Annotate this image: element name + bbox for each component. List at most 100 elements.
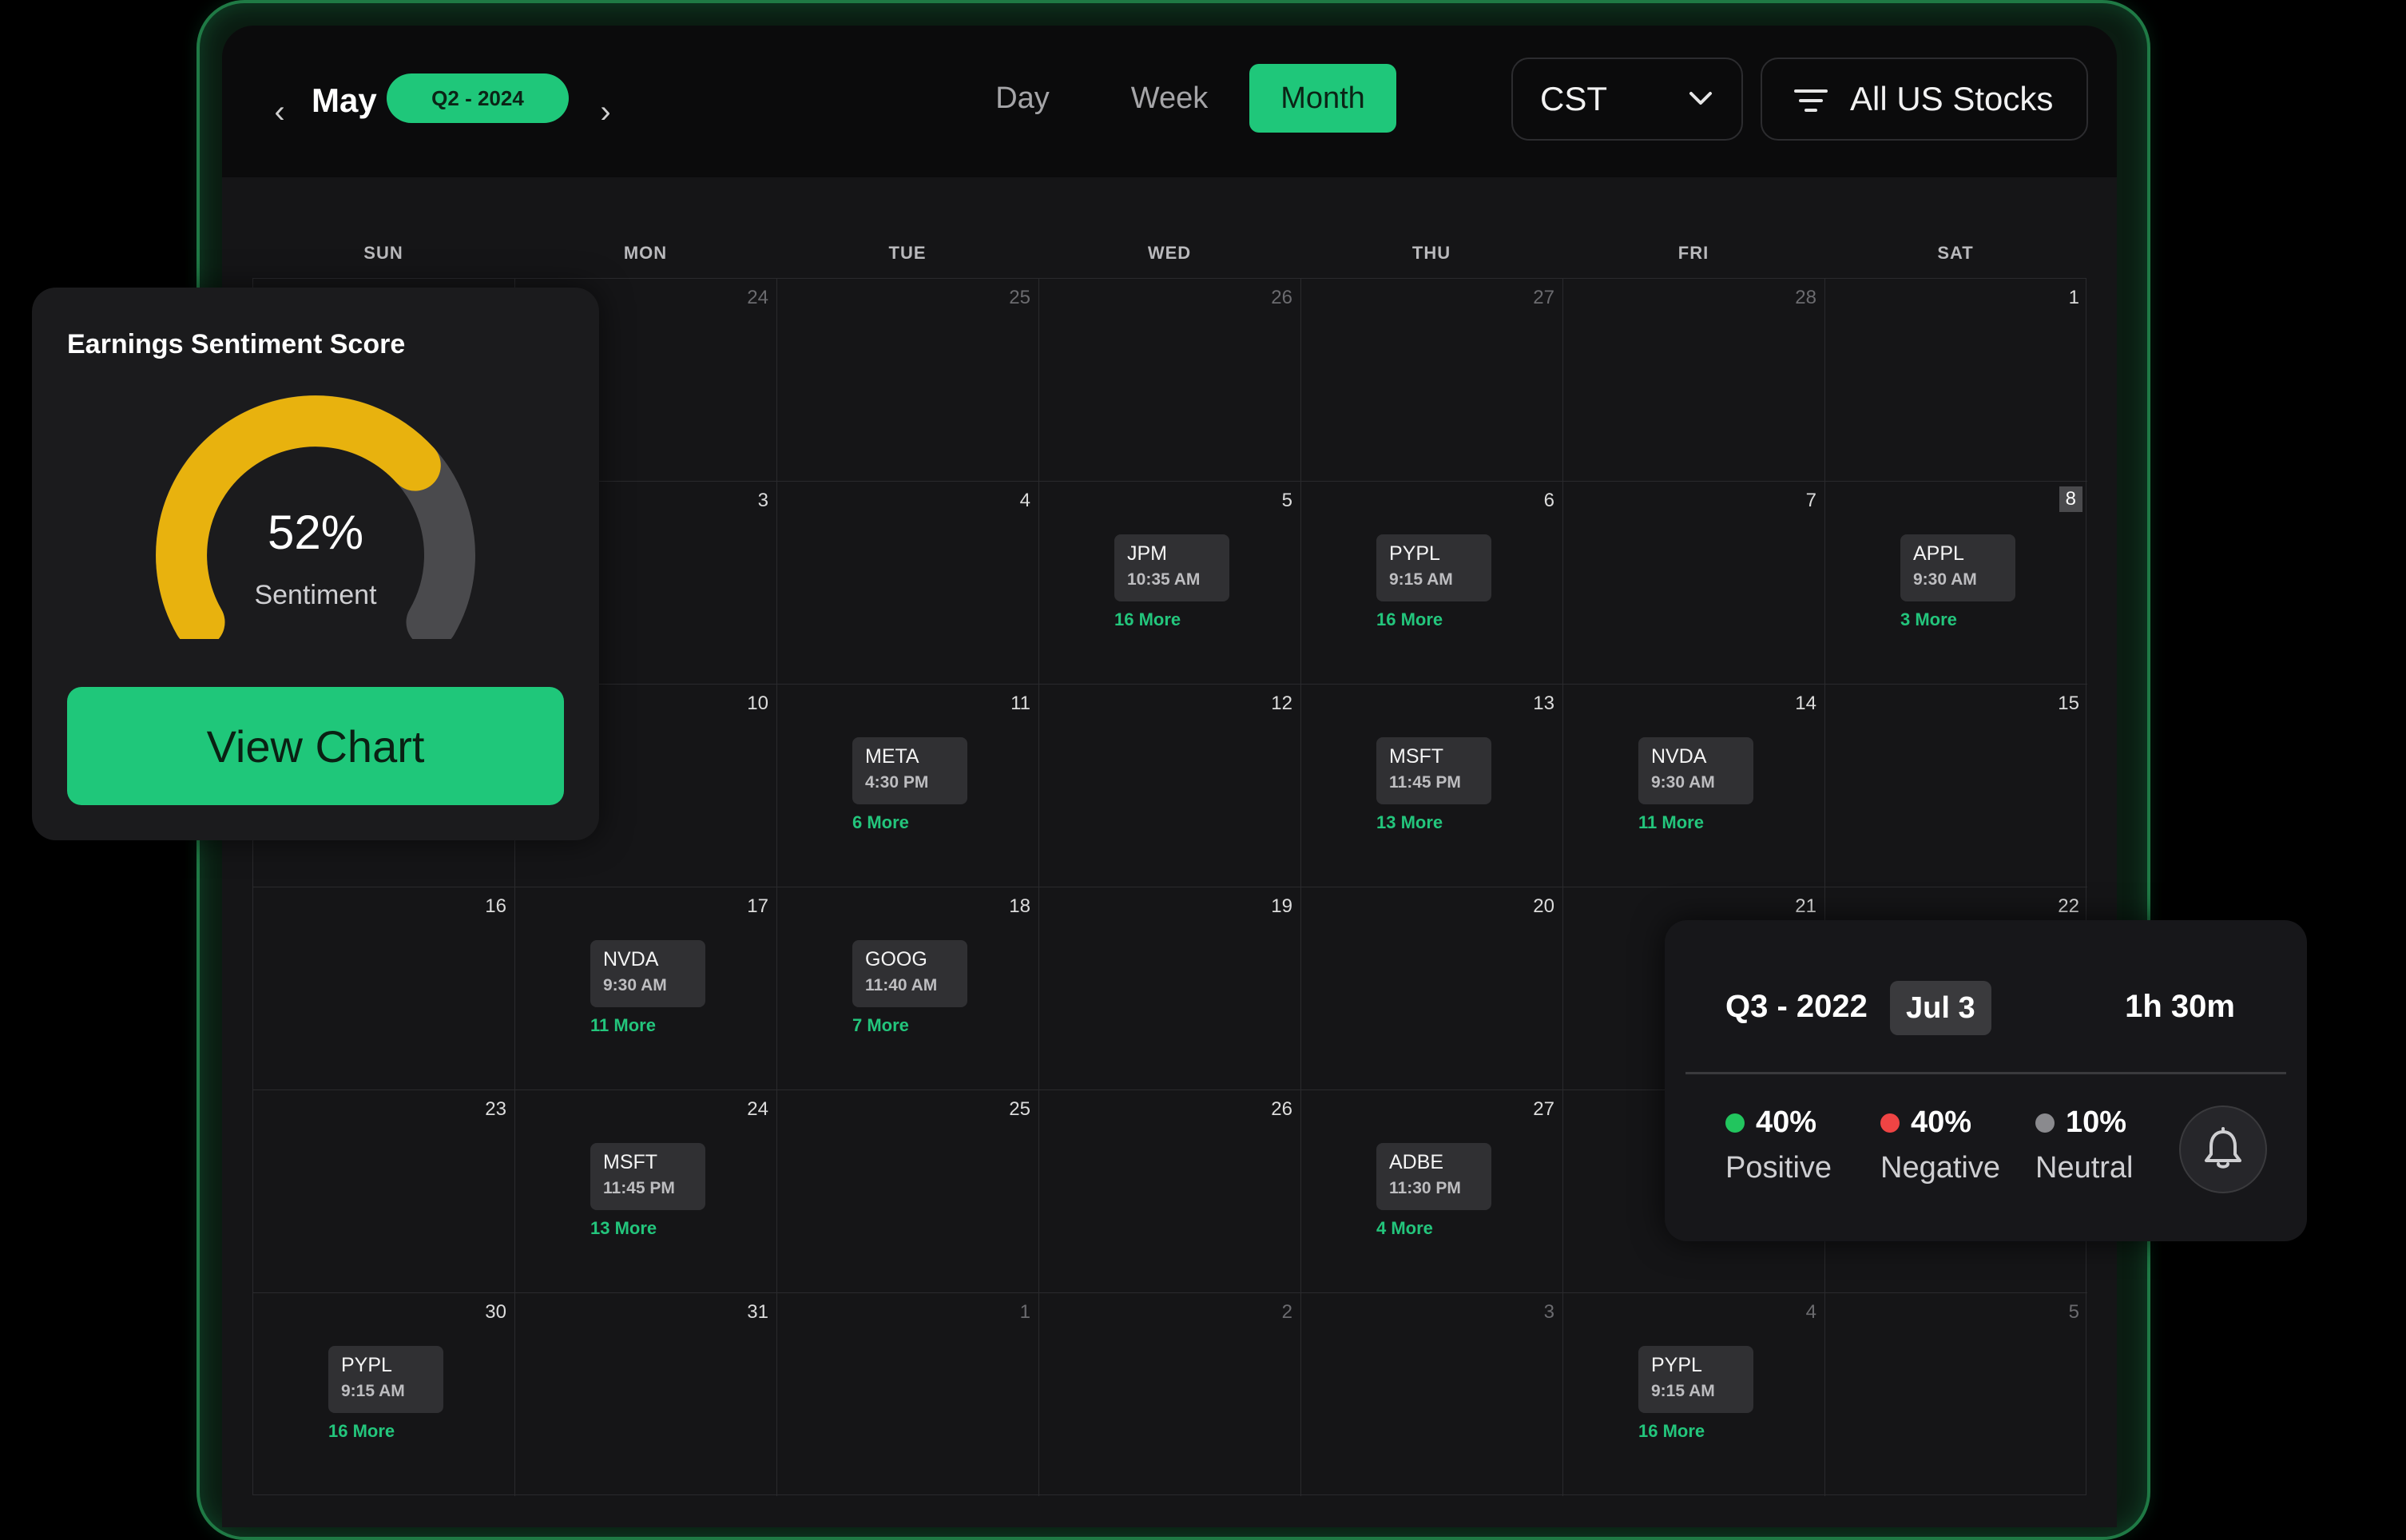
negative-label: Negative [1880,1151,2000,1185]
earnings-event-chip[interactable]: GOOG 11:40 AM [852,940,967,1007]
day-cell[interactable]: 8 APPL 9:30 AM 3 More [1825,482,2087,685]
event-time: 9:30 AM [603,976,667,994]
day-cell[interactable]: 3 [1301,1293,1563,1496]
day-cell[interactable]: 25 [777,279,1039,482]
positive-percent: 40% [1756,1105,1817,1139]
earnings-event-chip[interactable]: APPL 9:30 AM [1900,534,2015,601]
quarter-badge[interactable]: Q2 - 2024 [387,73,569,123]
day-cell[interactable]: 7 [1563,482,1825,685]
day-cell[interactable]: 18 GOOG 11:40 AM 7 More [777,887,1039,1090]
day-number: 12 [1271,693,1292,714]
day-cell[interactable]: 13 MSFT 11:45 PM 13 More [1301,685,1563,887]
more-events-link[interactable]: 7 More [852,1015,909,1036]
event-time: 9:15 AM [1389,570,1453,589]
day-cell[interactable]: 26 [1039,279,1301,482]
more-events-link[interactable]: 4 More [1376,1218,1433,1239]
day-number: 18 [1009,895,1030,917]
event-ticker: META [865,745,919,768]
sentiment-card: Earnings Sentiment Score 52% Sentiment V… [32,288,599,840]
earnings-event-chip[interactable]: ADBE 11:30 PM [1376,1143,1491,1210]
day-cell[interactable]: 27 [1301,279,1563,482]
day-number: 4 [1019,490,1030,511]
sentiment-percent: 52% [267,506,364,559]
next-month-chevron-icon[interactable]: › [590,96,621,128]
earnings-event-chip[interactable]: MSFT 11:45 PM [1376,737,1491,804]
month-title: May [312,81,377,119]
day-cell[interactable]: 5 JPM 10:35 AM 16 More [1039,482,1301,685]
prev-month-chevron-icon[interactable]: ‹ [264,96,296,128]
view-chart-button[interactable]: View Chart [67,687,564,805]
day-cell[interactable]: 23 [253,1090,515,1293]
day-cell[interactable]: 24 MSFT 11:45 PM 13 More [515,1090,777,1293]
earnings-event-chip[interactable]: JPM 10:35 AM [1114,534,1229,601]
timezone-value: CST [1540,80,1607,117]
tab-week[interactable]: Week [1120,64,1219,133]
day-cell[interactable]: 20 [1301,887,1563,1090]
day-cell[interactable]: 1 [1825,279,2087,482]
day-number: 21 [1795,895,1816,917]
positive-dot-icon [1725,1113,1745,1133]
day-cell[interactable]: 28 [1563,279,1825,482]
day-cell[interactable]: 30 PYPL 9:15 AM 16 More [253,1293,515,1496]
day-number: 28 [1795,287,1816,308]
earnings-event-chip[interactable]: PYPL 9:15 AM [1638,1346,1753,1413]
day-number: 24 [747,1098,768,1120]
day-cell[interactable]: 12 [1039,685,1301,887]
more-events-link[interactable]: 11 More [590,1015,656,1036]
day-cell[interactable]: 27 ADBE 11:30 PM 4 More [1301,1090,1563,1293]
day-number: 4 [1805,1301,1816,1323]
day-cell[interactable]: 26 [1039,1090,1301,1293]
event-time: 9:15 AM [1651,1382,1715,1400]
more-events-link[interactable]: 3 More [1900,609,1957,630]
earnings-event-chip[interactable]: META 4:30 PM [852,737,967,804]
day-number: 5 [1281,490,1292,511]
tab-month[interactable]: Month [1249,64,1396,133]
day-cell[interactable]: 19 [1039,887,1301,1090]
more-events-link[interactable]: 16 More [1376,609,1443,630]
more-events-link[interactable]: 13 More [590,1218,657,1239]
day-cell[interactable]: 15 [1825,685,2087,887]
day-cell[interactable]: 4 [777,482,1039,685]
earnings-event-chip[interactable]: MSFT 11:45 PM [590,1143,705,1210]
more-events-link[interactable]: 11 More [1638,812,1704,833]
notify-button[interactable] [2179,1105,2267,1193]
day-cell[interactable]: 11 META 4:30 PM 6 More [777,685,1039,887]
more-events-link[interactable]: 16 More [1638,1421,1705,1442]
stat-neutral: 10% Neutral [2035,1105,2134,1185]
day-cell[interactable]: 2 [1039,1293,1301,1496]
earnings-event-chip[interactable]: PYPL 9:15 AM [1376,534,1491,601]
event-ticker: NVDA [603,948,659,970]
day-cell[interactable]: 25 [777,1090,1039,1293]
day-number: 3 [757,490,768,511]
day-number: 7 [1805,490,1816,511]
more-events-link[interactable]: 13 More [1376,812,1443,833]
day-cell[interactable]: 14 NVDA 9:30 AM 11 More [1563,685,1825,887]
stock-filter-button[interactable]: All US Stocks [1761,58,2088,141]
day-cell[interactable]: 4 PYPL 9:15 AM 16 More [1563,1293,1825,1496]
earnings-event-chip[interactable]: NVDA 9:30 AM [1638,737,1753,804]
more-events-link[interactable]: 6 More [852,812,909,833]
event-ticker: PYPL [1651,1354,1702,1376]
day-cell[interactable]: 16 [253,887,515,1090]
day-cell[interactable]: 6 PYPL 9:15 AM 16 More [1301,482,1563,685]
timezone-select[interactable]: CST [1511,58,1743,141]
more-events-link[interactable]: 16 More [328,1421,395,1442]
earnings-event-chip[interactable]: PYPL 9:15 AM [328,1346,443,1413]
day-number: 23 [485,1098,506,1120]
earnings-popover: Q3 - 2022 Jul 3 1h 30m 40% Positive 40% … [1665,920,2307,1241]
earnings-event-chip[interactable]: NVDA 9:30 AM [590,940,705,1007]
tab-day[interactable]: Day [973,64,1072,133]
day-cell[interactable]: 5 [1825,1293,2087,1496]
negative-percent: 40% [1911,1105,1972,1139]
day-cell[interactable]: 1 [777,1293,1039,1496]
day-number: 26 [1271,287,1292,308]
more-events-link[interactable]: 16 More [1114,609,1181,630]
day-number: 25 [1009,1098,1030,1120]
day-number: 11 [1010,693,1030,714]
negative-dot-icon [1880,1113,1900,1133]
day-cell[interactable]: 17 NVDA 9:30 AM 11 More [515,887,777,1090]
divider [1685,1072,2286,1074]
event-ticker: PYPL [1389,542,1440,565]
day-cell[interactable]: 31 [515,1293,777,1496]
weekday-label: THU [1411,243,1451,263]
